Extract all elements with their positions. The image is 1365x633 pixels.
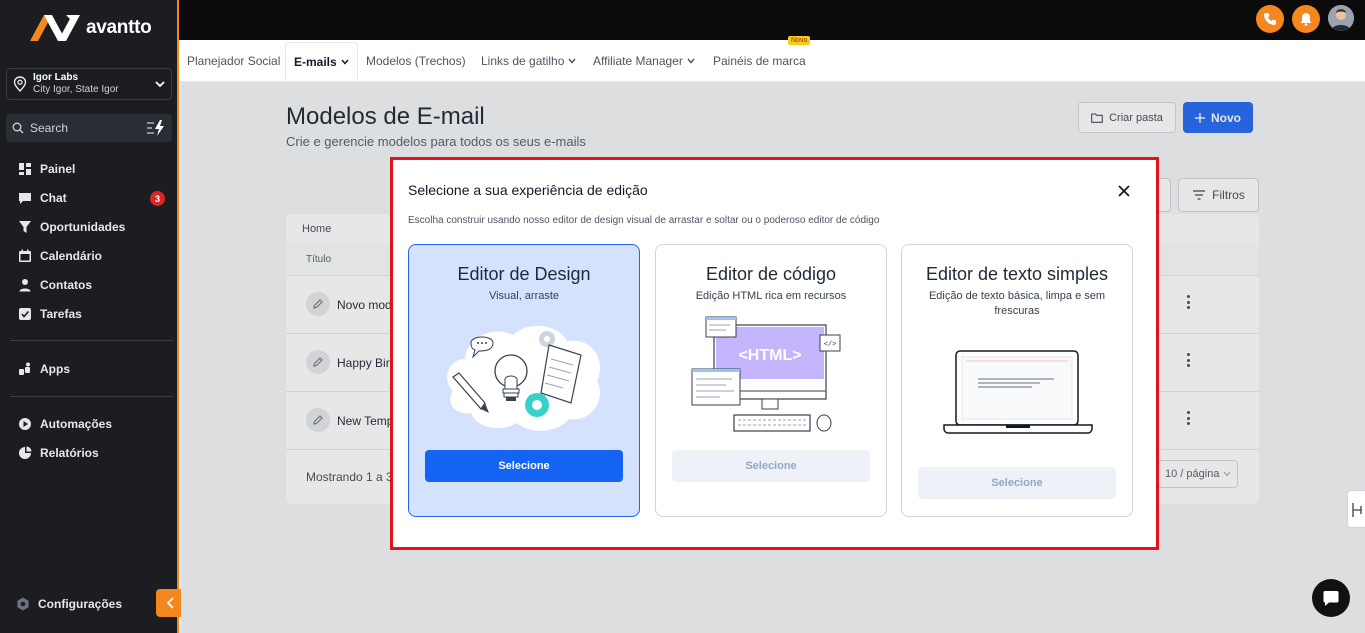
plain-text-editor-card[interactable]: Editor de texto simples Edição de texto … <box>901 244 1133 517</box>
checkbox-icon <box>19 307 31 320</box>
tab-modelos-trechos[interactable]: Modelos (Trechos) <box>366 40 466 82</box>
nav-item-relatorios[interactable]: Relatórios <box>0 438 179 467</box>
nav-label: Relatórios <box>40 445 99 460</box>
dashboard-icon <box>19 162 31 175</box>
nav-label: Apps <box>40 361 70 376</box>
design-editor-card[interactable]: Editor de Design Visual, arraste Selecio… <box>408 244 640 517</box>
tab-label: E-mails <box>294 54 337 69</box>
close-icon[interactable] <box>1117 184 1131 198</box>
avatar-image <box>1328 5 1354 31</box>
handle-icon <box>1352 503 1362 517</box>
calendar-icon <box>19 249 31 262</box>
code-tag-glyph: </> <box>824 341 837 349</box>
avantto-logo-icon <box>30 15 80 41</box>
main-nav: Painel Chat 3 Oportunidades Calendário C… <box>0 154 179 328</box>
nav-item-calendario[interactable]: Calendário <box>0 241 179 270</box>
card-description: Edição HTML rica em recursos <box>695 290 847 302</box>
bell-icon <box>1300 13 1312 26</box>
new-badge: Novo <box>788 36 811 45</box>
tab-label: Modelos (Trechos) <box>366 54 466 68</box>
search-placeholder: Search <box>30 121 69 135</box>
chevron-left-icon <box>166 597 174 609</box>
location-address: City Igor, State Igor <box>33 84 119 95</box>
nav-label: Contatos <box>40 277 92 292</box>
nav-label: Oportunidades <box>40 219 126 234</box>
chevron-down-icon <box>341 59 349 65</box>
card-title: Editor de código <box>705 264 837 284</box>
tab-label: Links de gatilho <box>481 54 565 68</box>
card-title: Editor de Design <box>457 264 591 284</box>
nav-item-chat[interactable]: Chat 3 <box>0 183 179 212</box>
nav-divider <box>10 396 173 397</box>
search-icon <box>12 122 24 134</box>
module-tabs: Planejador Social E-mails Modelos (Trech… <box>179 36 1365 82</box>
select-plain-text-editor-button[interactable]: Selecione <box>918 467 1116 499</box>
chevron-down-icon <box>687 58 695 64</box>
chart-icon <box>19 446 32 459</box>
brand-name: avantto <box>86 17 152 38</box>
tab-links-de-gatilho[interactable]: Links de gatilho <box>481 40 576 82</box>
card-description: Edição de texto básica, limpa e sem fres… <box>928 290 1106 317</box>
map-pin-icon <box>13 76 27 92</box>
tab-paineis-de-marca[interactable]: Painéis de marca <box>713 40 806 82</box>
gear-icon <box>17 597 29 611</box>
nav-item-painel[interactable]: Painel <box>0 154 179 183</box>
editor-selection-modal: Selecione a sua experiência de edição Es… <box>390 157 1159 550</box>
apps-nav: Apps <box>0 354 179 383</box>
tab-label: Painéis de marca <box>713 54 806 68</box>
tools-nav: Automações Relatórios <box>0 409 179 467</box>
nav-item-tarefas[interactable]: Tarefas <box>0 299 179 328</box>
quick-action-bolt-icon[interactable] <box>146 120 166 136</box>
chevron-down-icon <box>568 58 576 64</box>
tab-planejador-social[interactable]: Planejador Social <box>187 40 280 82</box>
nav-item-contatos[interactable]: Contatos <box>0 270 179 299</box>
tab-label: Affiliate Manager <box>593 54 683 68</box>
settings-label: Configurações <box>38 597 123 611</box>
nav-item-apps[interactable]: Apps <box>0 354 179 383</box>
code-editor-card[interactable]: Editor de código Edição HTML rica em rec… <box>655 244 887 517</box>
nav-divider <box>10 340 173 341</box>
nav-label: Calendário <box>40 248 103 263</box>
phone-icon <box>1264 13 1276 25</box>
chat-icon <box>19 192 31 204</box>
chat-bubble-icon <box>1323 591 1339 606</box>
chevron-down-icon <box>155 81 165 88</box>
brand-logo[interactable]: avantto <box>30 13 152 43</box>
select-code-editor-button[interactable]: Selecione <box>672 450 870 482</box>
nav-label: Automações <box>40 416 113 431</box>
sidebar: avantto Igor Labs City Igor, State Igor … <box>0 0 185 633</box>
tab-affiliate-manager[interactable]: Affiliate Manager <box>593 40 695 82</box>
location-switcher[interactable]: Igor Labs City Igor, State Igor <box>6 68 172 100</box>
user-icon <box>19 278 31 291</box>
location-name: Igor Labs <box>33 72 79 83</box>
nav-label: Tarefas <box>40 306 82 321</box>
modal-title: Selecione a sua experiência de edição <box>408 182 648 198</box>
top-bar <box>179 0 1365 40</box>
search-input[interactable]: Search <box>6 114 172 142</box>
play-icon <box>19 417 31 430</box>
user-avatar[interactable] <box>1328 5 1354 31</box>
nav-item-automacoes[interactable]: Automações <box>0 409 179 438</box>
tab-label: Planejador Social <box>187 54 281 68</box>
card-title: Editor de texto simples <box>925 264 1109 284</box>
nav-label: Painel <box>40 161 76 176</box>
code-illustration-icon: <HTML> </> <box>691 316 841 432</box>
card-description: Visual, arraste <box>488 290 560 302</box>
chat-widget-button[interactable] <box>1312 579 1350 617</box>
apps-icon <box>19 362 30 375</box>
nav-label: Chat <box>40 190 67 205</box>
select-design-editor-button[interactable]: Selecione <box>425 450 623 482</box>
phone-button[interactable] <box>1256 5 1284 33</box>
design-illustration-icon <box>447 325 601 431</box>
filter-icon <box>19 220 31 233</box>
unread-badge: 3 <box>150 191 165 206</box>
laptop-illustration-icon <box>943 350 1093 434</box>
side-panel-toggle[interactable] <box>1347 490 1365 528</box>
nav-item-oportunidades[interactable]: Oportunidades <box>0 212 179 241</box>
notifications-button[interactable] <box>1292 5 1320 33</box>
html-code-label: <HTML> <box>738 347 801 364</box>
settings-link[interactable]: Configurações <box>16 597 122 611</box>
modal-subtitle: Escolha construir usando nosso editor de… <box>408 215 880 226</box>
tab-emails[interactable]: E-mails <box>285 42 358 80</box>
